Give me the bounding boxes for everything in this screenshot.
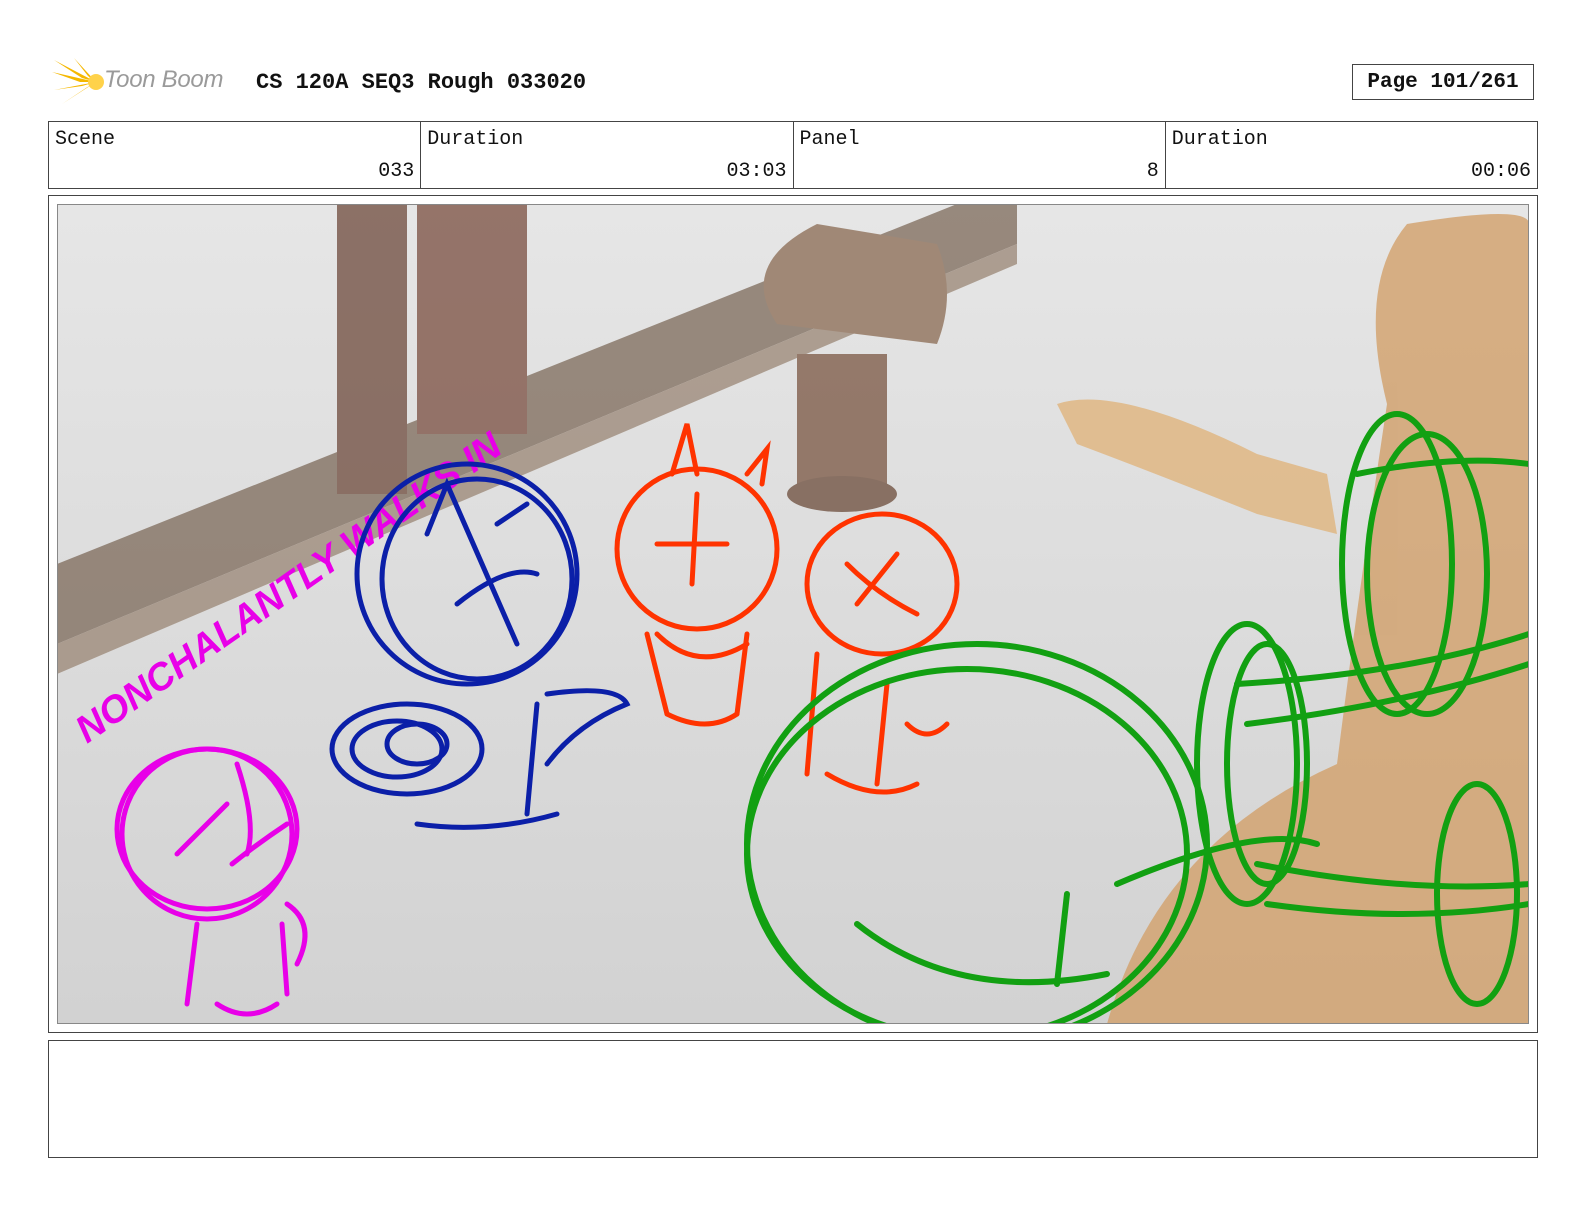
- panel-duration-value: 00:06: [1470, 160, 1531, 183]
- panel-notes: [48, 1040, 1538, 1158]
- scene-label: Scene: [55, 128, 116, 151]
- panel-duration-cell: Duration 00:06: [1166, 122, 1537, 188]
- document-title: CS 120A SEQ3 Rough 033020: [256, 70, 587, 95]
- scene-value: 033: [378, 160, 415, 183]
- panel-duration-label: Duration: [1171, 128, 1268, 151]
- storyboard-panel: NONCHALANTLY WALKS IN: [48, 195, 1538, 1033]
- panel-label: Panel: [799, 128, 860, 151]
- scene-cell: Scene 033: [49, 122, 422, 188]
- panel-drawing: NONCHALANTLY WALKS IN: [57, 204, 1529, 1024]
- brand-name: Toon Boom: [104, 66, 224, 93]
- page-indicator: Page 101/261: [1352, 64, 1534, 100]
- scene-duration-label: Duration: [427, 128, 524, 151]
- panel-cell: Panel 8: [794, 122, 1166, 188]
- scene-duration-cell: Duration 03:03: [421, 122, 794, 188]
- scene-info-row: Scene 033 Duration 03:03 Panel 8 Duratio…: [48, 121, 1538, 189]
- scene-duration-value: 03:03: [726, 160, 787, 183]
- panel-value: 8: [1146, 160, 1159, 183]
